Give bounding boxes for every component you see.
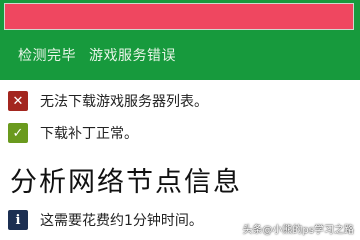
error-x-icon: ✕ (8, 91, 28, 111)
message-text: 无法下载游戏服务器列表。 (40, 94, 208, 110)
section-title: 分析网络节点信息 (10, 167, 242, 198)
checkmark-icon: ✓ (8, 123, 28, 143)
progress-bar-fill (5, 4, 353, 29)
watermark: 头条@小熊的ps学习之路 (242, 225, 354, 236)
message-row-info: i 这需要花费约1分钟时间。 (8, 210, 203, 230)
launcher-check-panel: 检测完毕 游戏服务错误 ✕ 无法下载游戏服务器列表。 ✓ 下载补丁正常。 分析网… (0, 0, 360, 240)
status-header: 检测完毕 游戏服务错误 (0, 0, 360, 80)
status-line: 检测完毕 游戏服务错误 (18, 45, 176, 65)
info-icon: i (8, 210, 28, 230)
message-row-success: ✓ 下载补丁正常。 (8, 123, 138, 143)
status-left-text: 检测完毕 (18, 48, 76, 64)
message-text: 这需要花费约1分钟时间。 (40, 213, 203, 229)
message-text: 下载补丁正常。 (40, 126, 138, 142)
status-right-text: 游戏服务错误 (88, 48, 176, 64)
progress-bar (4, 3, 354, 30)
message-row-error: ✕ 无法下载游戏服务器列表。 (8, 91, 208, 111)
